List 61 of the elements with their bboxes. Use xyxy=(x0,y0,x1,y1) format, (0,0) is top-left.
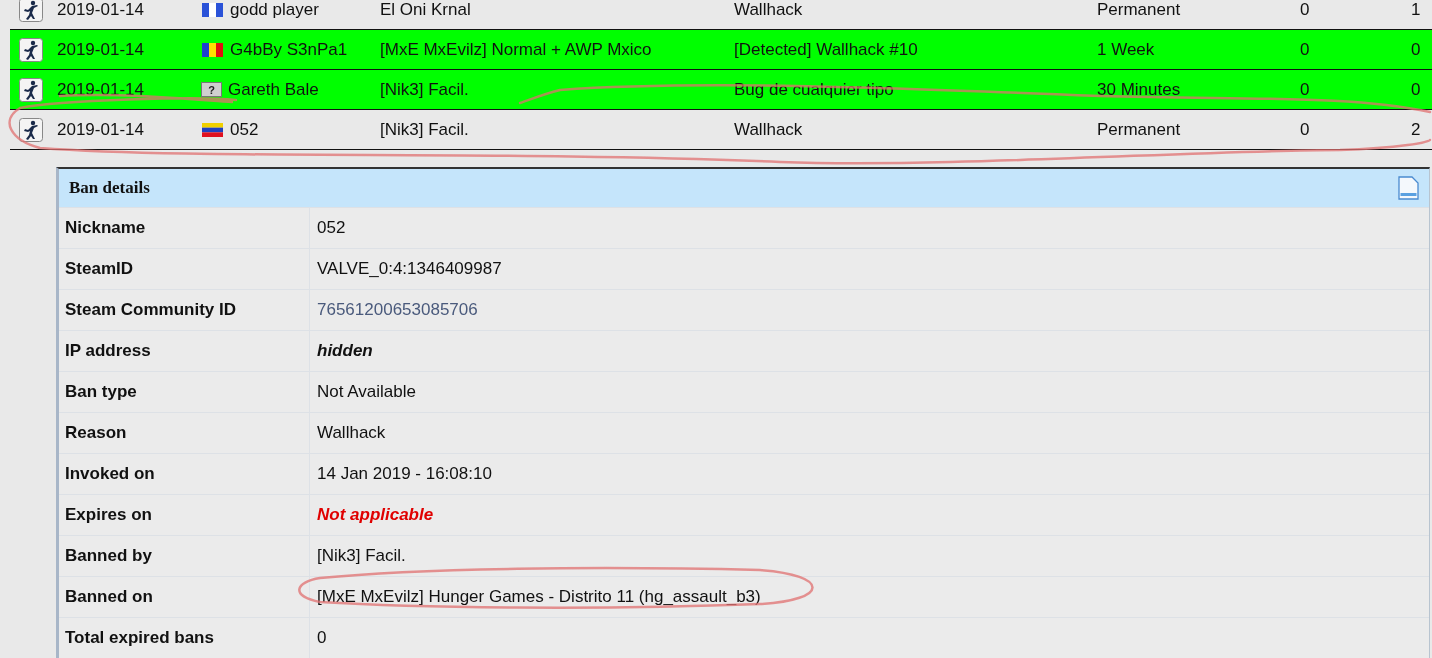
table-cell-text: 0 xyxy=(1300,39,1311,60)
player-icon xyxy=(19,117,43,142)
table-cell-text: 0 xyxy=(1300,119,1311,140)
nickname-cell: G4bBy S3nPa1 xyxy=(230,39,348,60)
table-cell-text: 0 xyxy=(1300,0,1311,20)
player-icon xyxy=(19,37,43,62)
field-value: Not applicable xyxy=(317,505,434,525)
field-label: Reason xyxy=(64,423,128,443)
date-cell-text: 2019-01-14 xyxy=(57,39,145,60)
nickname-cell: godd player xyxy=(230,0,319,20)
field-value: [Nik3] Facil. xyxy=(317,546,406,566)
field-label: Ban type xyxy=(64,382,138,402)
player-icon xyxy=(19,77,43,102)
field-value: 14 Jan 2019 - 16:08:10 xyxy=(317,464,492,484)
admin-cell-text: [Nik3] Facil. xyxy=(380,119,470,140)
reason-cell-text: [Detected] Wallhack #10 xyxy=(734,39,919,60)
field-value: Wallhack xyxy=(317,423,386,443)
field-label: Steam Community ID xyxy=(64,300,237,320)
ban-row[interactable]: 2019-01-14 godd player El Oni Krnal Wallhack Permanent 0 1 xyxy=(10,0,1432,30)
field-value: hidden xyxy=(317,341,373,361)
field-value: VALVE_0:4:1346409987 xyxy=(317,259,502,279)
field-label: IP address xyxy=(64,341,152,361)
reason-cell-text: Wallhack xyxy=(734,0,804,20)
length-cell-text: Permanent xyxy=(1097,0,1182,20)
flag-icon xyxy=(201,1,224,18)
document-icon[interactable] xyxy=(1397,176,1419,200)
field-label: Banned on xyxy=(64,587,154,607)
admin-cell-text: [Nik3] Facil. xyxy=(380,79,470,100)
field-label: Expires on xyxy=(64,505,153,525)
table-cell-text: 0 xyxy=(1411,39,1422,60)
date-cell-text: 2019-01-14 xyxy=(57,0,145,20)
profile-link[interactable]: 76561200653085706 xyxy=(317,300,478,320)
field-value: [MxE MxEvilz] Hunger Games - Distrito 11 (hg_assault_b3) xyxy=(317,587,761,607)
length-cell-text: 30 Minutes xyxy=(1097,79,1182,100)
field-value: 0 xyxy=(317,628,327,648)
admin-cell-text: El Oni Krnal xyxy=(380,0,472,20)
table-cell-text: 0 xyxy=(1300,79,1311,100)
table-cell-text: 2 xyxy=(1411,119,1422,140)
reason-cell-text: Wallhack xyxy=(734,119,804,140)
nickname-cell: Gareth Bale xyxy=(228,79,319,100)
field-label: SteamID xyxy=(64,259,135,279)
date-cell-text: 2019-01-14 xyxy=(57,79,145,100)
table-cell-text: 1 xyxy=(1411,0,1422,20)
length-cell-text: Permanent xyxy=(1097,119,1182,140)
field-value: Not Available xyxy=(317,382,416,402)
field-label: Total expired bans xyxy=(64,628,215,648)
field-value: 052 xyxy=(317,218,346,238)
admin-cell-text: [MxE MxEvilz] Normal + AWP Mxico xyxy=(380,39,653,60)
ban-row[interactable]: 2019-01-14 G4bBy S3nPa1 [MxE MxEvilz] Normal + AWP Mxico [Detected] Wallhack #10 1 Week 0 0 xyxy=(10,30,1432,70)
panel-title: Ban details xyxy=(69,178,150,198)
length-cell-text: 1 Week xyxy=(1097,39,1156,60)
unknown-flag: ? xyxy=(201,82,222,97)
field-label: Invoked on xyxy=(64,464,156,484)
date-cell-text: 2019-01-14 xyxy=(57,119,145,140)
nickname-cell: 052 xyxy=(230,119,259,140)
field-label: Nickname xyxy=(64,218,147,238)
flag-icon xyxy=(201,41,224,58)
table-cell-text: 0 xyxy=(1411,79,1422,100)
field-label: Banned by xyxy=(64,546,153,566)
flag-icon xyxy=(201,121,224,138)
player-icon xyxy=(19,0,43,22)
